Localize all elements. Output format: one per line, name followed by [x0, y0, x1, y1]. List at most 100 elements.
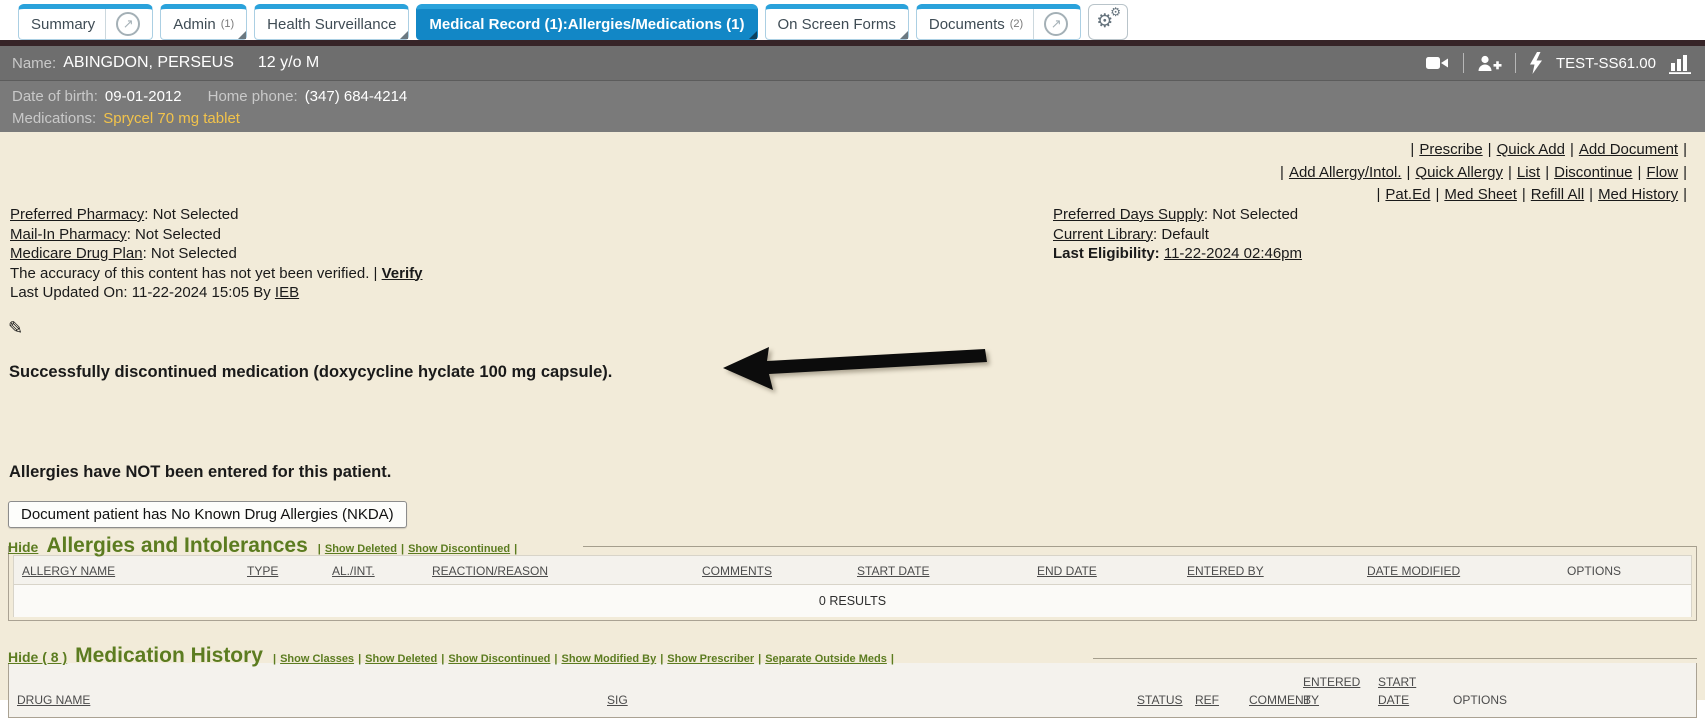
gear-icon: ⚙: [1110, 5, 1121, 19]
separator: |: [1545, 164, 1549, 181]
link-separate-outside-meds[interactable]: Separate Outside Meds: [765, 653, 887, 665]
medication-legend-links: |Show Classes|Show Deleted|Show Disconti…: [269, 649, 898, 667]
allergies-title: Allergies and Intolerances: [46, 534, 307, 558]
main-content: | Prescribe | Quick Add | Add Document | | Add …: [0, 132, 1705, 700]
pencil-icon[interactable]: ✎: [8, 318, 23, 339]
link-add-document[interactable]: Add Document: [1579, 141, 1678, 158]
column-start[interactable]: START: [1378, 675, 1416, 689]
info-line: Medicare Drug Plan: Not Selected: [10, 244, 422, 264]
column-reaction-reason[interactable]: REACTION/REASON: [432, 564, 548, 578]
hide-medications-link[interactable]: Hide ( 8 ): [8, 649, 67, 665]
link-show-deleted[interactable]: Show Deleted: [325, 543, 397, 555]
tab-on-screen-forms[interactable]: On Screen Forms: [765, 4, 909, 40]
hide-allergies-link[interactable]: Hide: [8, 539, 38, 555]
chart-icon[interactable]: [1669, 53, 1693, 74]
column-end-date[interactable]: END DATE: [1037, 564, 1097, 578]
settings-button[interactable]: ⚙ ⚙: [1088, 4, 1128, 40]
patient-age-sex: 12 y/o M: [258, 54, 319, 72]
icon-divider: [1515, 53, 1516, 73]
info-line: The accuracy of this content has not yet…: [10, 264, 422, 284]
verify-link[interactable]: Verify: [382, 265, 423, 282]
tab-count: (2): [1010, 18, 1023, 30]
medication-history-title: Medication History: [75, 644, 263, 668]
column-type[interactable]: TYPE: [247, 564, 278, 578]
info-line: Mail-In Pharmacy: Not Selected: [10, 225, 422, 245]
column-drug-name[interactable]: DRUG NAME: [17, 693, 90, 707]
dob-value: 09-01-2012: [105, 88, 182, 105]
patient-detail-bar: Date of birth: 09-01-2012 Home phone: (3…: [0, 81, 1705, 132]
column-al-int[interactable]: AL./INT.: [332, 564, 375, 578]
popout-icon[interactable]: ↗: [1044, 12, 1068, 36]
name-label: Name:: [12, 55, 56, 72]
link-med-sheet[interactable]: Med Sheet: [1444, 186, 1517, 203]
last-eligibility-link[interactable]: 11-22-2024 02:46pm: [1164, 245, 1302, 262]
tab-health-surveillance[interactable]: Health Surveillance: [254, 4, 409, 40]
video-camera-icon[interactable]: [1426, 55, 1450, 71]
tab-count: (1): [221, 18, 234, 30]
column-status[interactable]: STATUS: [1137, 693, 1183, 707]
last-updated-by-link[interactable]: IEB: [275, 284, 299, 301]
link-pat-ed[interactable]: Pat.Ed: [1385, 186, 1430, 203]
column-start-date-2[interactable]: DATE: [1378, 693, 1409, 707]
separator: |: [1488, 141, 1492, 158]
column-comment[interactable]: COMMENT: [1249, 693, 1311, 707]
link-flow[interactable]: Flow: [1646, 164, 1678, 181]
column-date-modified[interactable]: DATE MODIFIED: [1367, 564, 1460, 578]
medications-label: Medications:: [12, 110, 96, 127]
allergies-legend-links: |Show Deleted|Show Discontinued|: [314, 539, 521, 557]
preferred-pharmacy-link[interactable]: Preferred Pharmacy: [10, 206, 144, 223]
preferred-days-supply-link[interactable]: Preferred Days Supply: [1053, 206, 1204, 223]
add-person-icon[interactable]: [1477, 55, 1502, 72]
action-links-line3: |Pat.Ed|Med Sheet|Refill All|Med History…: [1275, 184, 1692, 207]
column-comments[interactable]: COMMENTS: [702, 564, 772, 578]
separator: |: [758, 653, 761, 665]
results-count: 0 RESULTS: [13, 585, 1692, 617]
popout-icon[interactable]: ↗: [116, 12, 140, 36]
medicare-drug-plan-link[interactable]: Medicare Drug Plan: [10, 245, 143, 262]
column-entered[interactable]: ENTERED: [1303, 675, 1360, 689]
separator: |: [318, 543, 321, 555]
link-add-allergy-intol-[interactable]: Add Allergy/Intol.: [1289, 164, 1402, 181]
nkda-button[interactable]: Document patient has No Known Drug Aller…: [8, 501, 407, 528]
separator: |: [1407, 164, 1411, 181]
last-updated-text: Last Updated On: 11-22-2024 15:05 By: [10, 284, 271, 301]
link-show-modified-by[interactable]: Show Modified By: [561, 653, 656, 665]
link-list[interactable]: List: [1517, 164, 1540, 181]
column-allergy-name[interactable]: ALLERGY NAME: [22, 564, 115, 578]
link-show-classes[interactable]: Show Classes: [280, 653, 354, 665]
medicare-drug-plan-value: Not Selected: [151, 245, 237, 262]
medication-history-section: Hide ( 8 ) Medication History | Show Clas…: [8, 644, 1697, 670]
link-med-history[interactable]: Med History: [1598, 186, 1678, 203]
link-show-discontinued[interactable]: Show Discontinued: [448, 653, 550, 665]
link-quick-add[interactable]: Quick Add: [1497, 141, 1565, 158]
column-sig[interactable]: SIG: [607, 693, 628, 707]
column-options: OPTIONS: [1567, 564, 1621, 578]
column-ref[interactable]: REF: [1195, 693, 1219, 707]
separator: |: [1683, 141, 1687, 158]
column-entered-by-2[interactable]: BY: [1303, 693, 1319, 707]
tab-documents[interactable]: Documents (2) ↗: [916, 4, 1081, 40]
link-show-deleted[interactable]: Show Deleted: [365, 653, 437, 665]
link-show-prescriber[interactable]: Show Prescriber: [667, 653, 754, 665]
link-show-discontinued[interactable]: Show Discontinued: [408, 543, 510, 555]
column-options: OPTIONS: [1453, 693, 1507, 707]
link-quick-allergy[interactable]: Quick Allergy: [1415, 164, 1503, 181]
tab-medical-record[interactable]: Medical Record (1):Allergies/Medications…: [416, 4, 757, 40]
link-refill-all[interactable]: Refill All: [1531, 186, 1584, 203]
separator: |: [1410, 141, 1414, 158]
phone-value: (347) 684-4214: [305, 88, 408, 105]
current-library-link[interactable]: Current Library: [1053, 226, 1153, 243]
separator: |: [1435, 186, 1439, 203]
lightning-bolt-icon[interactable]: [1529, 52, 1543, 74]
tab-admin[interactable]: Admin (1): [160, 4, 247, 40]
mail-in-pharmacy-link[interactable]: Mail-In Pharmacy: [10, 226, 127, 243]
verify-text: The accuracy of this content has not yet…: [10, 265, 377, 282]
medication-legend: Hide ( 8 ) Medication History | Show Clas…: [8, 644, 1697, 670]
column-entered-by[interactable]: ENTERED BY: [1187, 564, 1264, 578]
link-discontinue[interactable]: Discontinue: [1554, 164, 1632, 181]
column-start-date[interactable]: START DATE: [857, 564, 929, 578]
action-links: | Prescribe | Quick Add | Add Document | | Add …: [1275, 139, 1692, 207]
link-prescribe[interactable]: Prescribe: [1419, 141, 1482, 158]
tab-summary[interactable]: Summary ↗: [18, 4, 153, 40]
preferred-days-supply-value: Not Selected: [1212, 206, 1298, 223]
